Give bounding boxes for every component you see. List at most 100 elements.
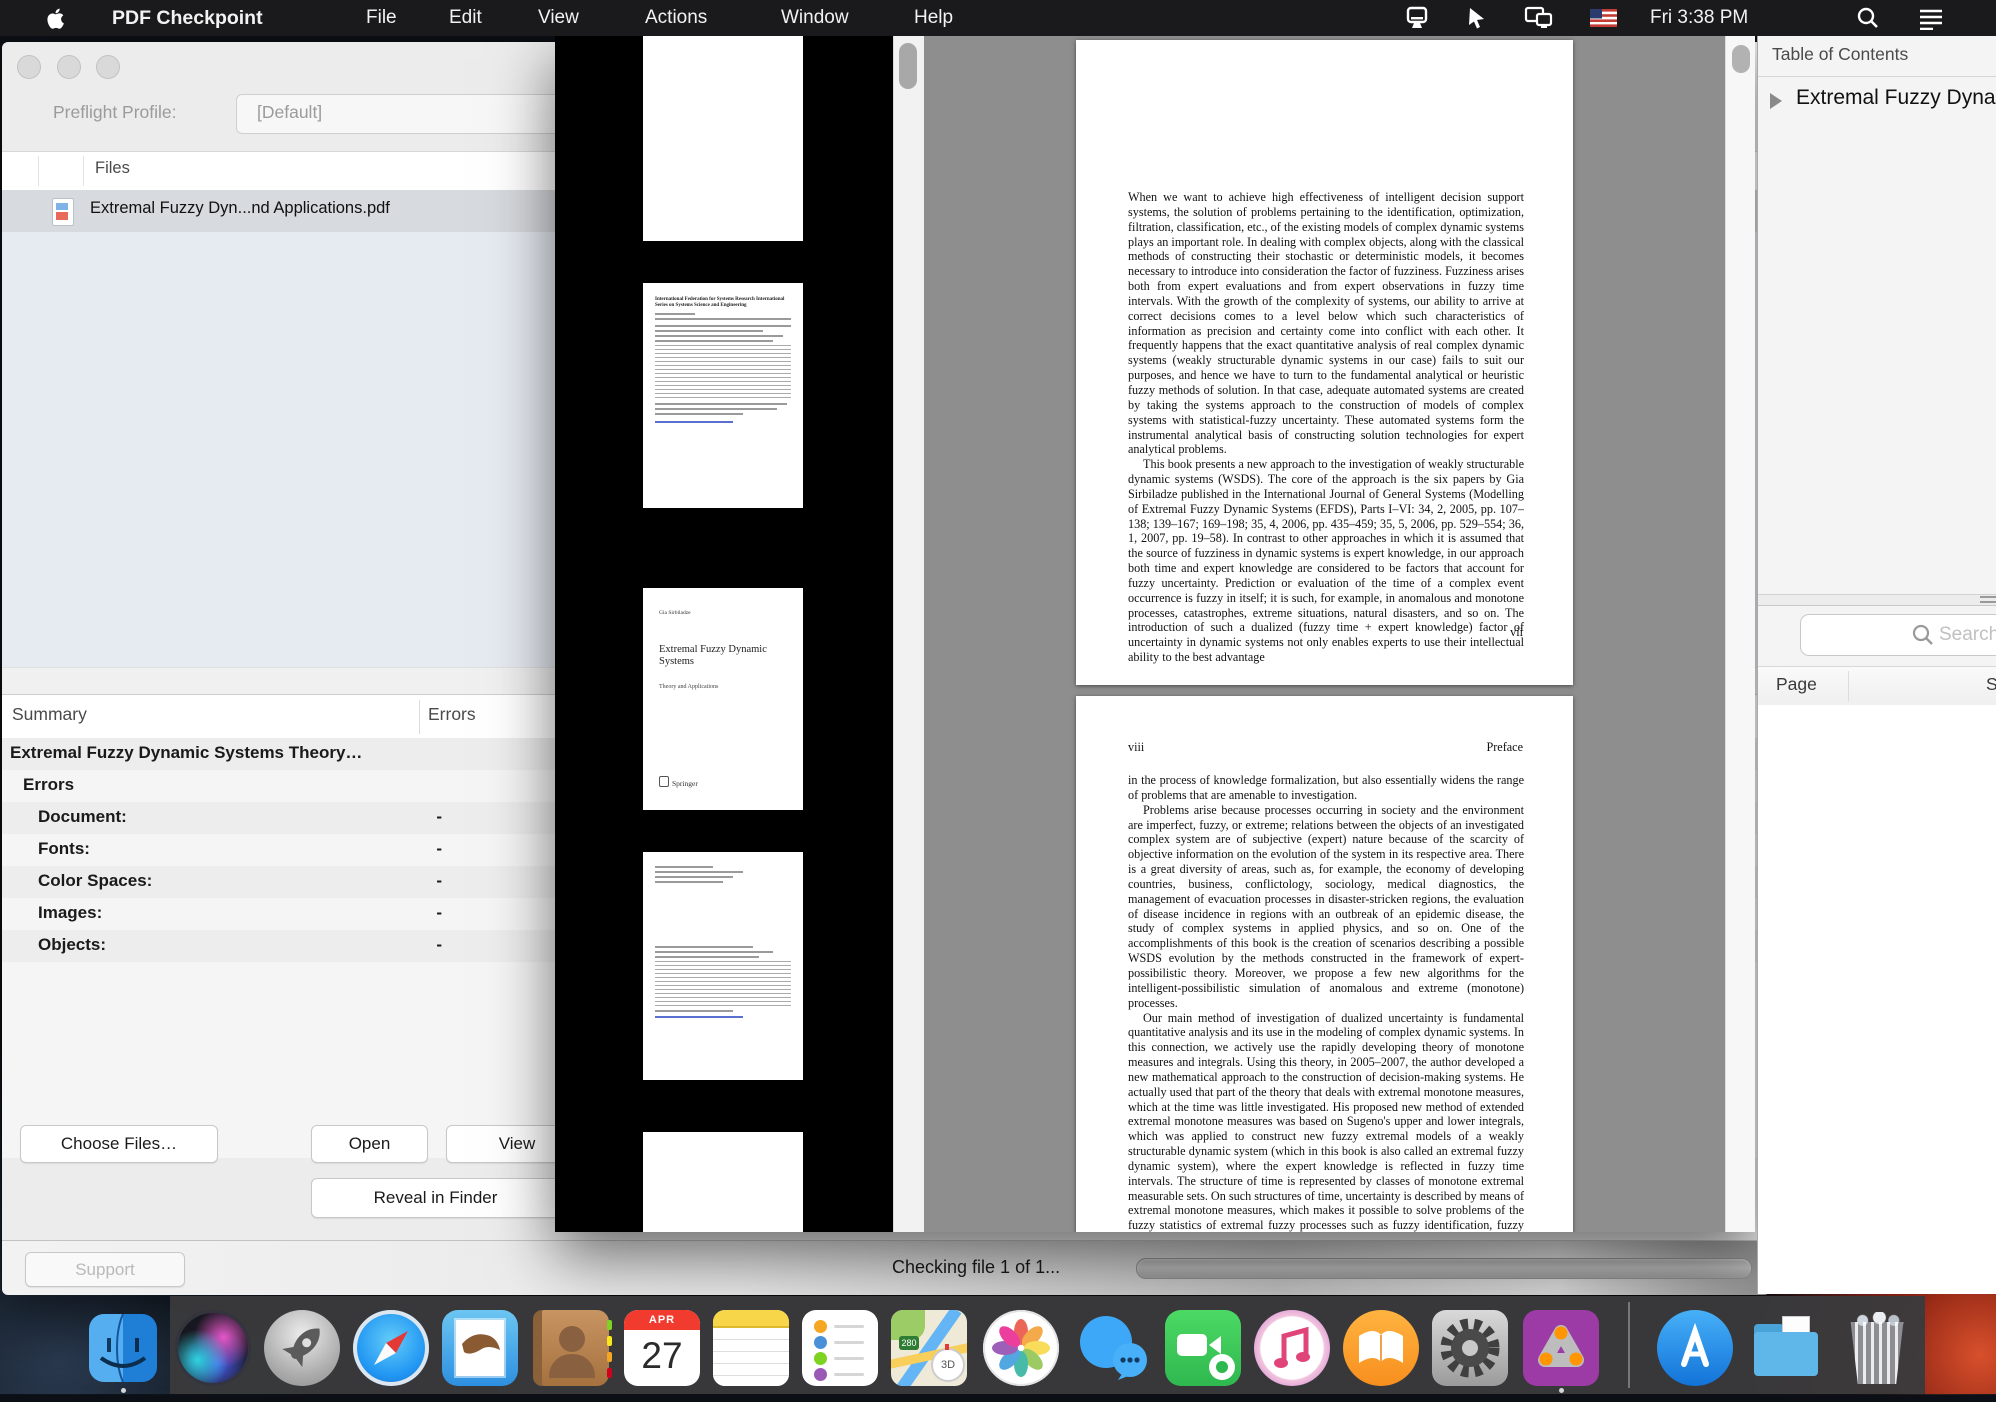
toc-item[interactable]: Extremal Fuzzy Dynamic Systems Theory an… — [1758, 78, 1996, 124]
thumbnail-author: Gia Sirbiladze — [659, 610, 691, 616]
app-menu-title[interactable]: PDF Checkpoint — [112, 0, 263, 36]
siri-icon — [175, 1310, 251, 1386]
preflight-profile-value: [Default] — [257, 102, 322, 123]
thumbnail-sidebar[interactable]: International Federation for Systems Res… — [555, 36, 893, 1232]
mail-icon — [442, 1310, 518, 1386]
dock-launchpad[interactable] — [264, 1310, 340, 1386]
close-button[interactable] — [17, 55, 41, 79]
pdf-viewer-window: International Federation for Systems Res… — [555, 36, 1755, 1232]
dock-itunes[interactable] — [1254, 1310, 1330, 1386]
apple-menu[interactable] — [44, 5, 69, 41]
column-separator — [419, 700, 420, 734]
choose-files-button[interactable]: Choose Files… — [20, 1125, 218, 1163]
error-value: - — [382, 903, 442, 923]
springer-logo: Springer — [659, 776, 698, 788]
minimize-button[interactable] — [57, 55, 81, 79]
apple-icon — [44, 5, 69, 32]
search-results-list[interactable] — [1758, 705, 1996, 1294]
error-value: - — [382, 807, 442, 827]
errors-column-header[interactable]: Errors — [428, 704, 476, 725]
dock-photos[interactable] — [983, 1310, 1059, 1386]
calendar-icon: APR 27 — [624, 1310, 700, 1386]
files-column-header[interactable]: Files — [95, 159, 130, 178]
running-head-left: viii — [1128, 740, 1144, 755]
preflight-profile-popup[interactable]: [Default] — [236, 94, 568, 134]
reveal-in-finder-button[interactable]: Reveal in Finder — [311, 1178, 560, 1218]
dock-downloads[interactable] — [1748, 1310, 1824, 1386]
dock-notes[interactable] — [713, 1310, 789, 1386]
support-button[interactable]: Support — [25, 1252, 185, 1287]
page-column-header[interactable]: Page — [1776, 674, 1817, 695]
panel-splitter[interactable] — [1758, 594, 1996, 606]
zoom-button[interactable] — [96, 55, 120, 79]
calendar-month: APR — [624, 1310, 700, 1330]
thumbnail-copyright-block — [655, 961, 791, 1007]
paragraph: Problems arise because processes occurri… — [1128, 803, 1524, 1011]
menu-window[interactable]: Window — [781, 0, 849, 36]
menu-edit[interactable]: Edit — [449, 0, 482, 36]
display-icon[interactable] — [1404, 6, 1430, 35]
pdf-page-vii[interactable]: When we want to achieve high effectivene… — [1076, 40, 1573, 685]
dock-trash[interactable] — [1839, 1310, 1915, 1386]
dock-finder[interactable] — [85, 1310, 161, 1386]
dock-ibooks[interactable] — [1343, 1310, 1419, 1386]
summary-column-header[interactable]: Summary — [12, 704, 87, 725]
calendar-day: 27 — [624, 1330, 700, 1382]
messages-icon — [1074, 1310, 1150, 1386]
dock-reminders[interactable] — [802, 1310, 878, 1386]
dock-app-store[interactable] — [1657, 1310, 1733, 1386]
cursor-icon[interactable] — [1464, 6, 1490, 35]
thumbnail-page-5[interactable] — [643, 1132, 803, 1232]
pdf-file-icon — [52, 198, 74, 226]
error-value: - — [382, 871, 442, 891]
dock-messages[interactable] — [1074, 1310, 1150, 1386]
page-vii-text: When we want to achieve high effectivene… — [1128, 190, 1524, 665]
search-results-header: Page S — [1758, 666, 1996, 706]
dock-safari[interactable] — [353, 1310, 429, 1386]
thumbnail-scrollbar[interactable] — [893, 36, 924, 1232]
error-label: Images: — [38, 903, 102, 923]
menu-actions[interactable]: Actions — [645, 0, 707, 36]
second-column-header[interactable]: S — [1986, 674, 1996, 695]
us-flag-icon[interactable] — [1590, 9, 1617, 32]
thumbnail-subtitle: Theory and Applications — [659, 684, 718, 690]
airplay-displays-icon[interactable] — [1524, 6, 1554, 35]
thumbnail-title: Extremal Fuzzy Dynamic Systems — [659, 644, 769, 668]
maps-route-shield: 280 — [899, 1336, 919, 1350]
error-label: Color Spaces: — [38, 871, 152, 891]
dock-calendar[interactable]: APR 27 — [624, 1310, 700, 1386]
dock-maps[interactable]: 280 3D — [891, 1310, 967, 1386]
file-name: Extremal Fuzzy Dyn...nd Applications.pdf — [90, 199, 390, 218]
thumbnail-page-1[interactable] — [643, 36, 803, 241]
notification-center-icon[interactable] — [1918, 6, 1944, 35]
dock-pdf-checkpoint[interactable] — [1523, 1310, 1599, 1386]
menu-file[interactable]: File — [366, 0, 397, 36]
page-scrollbar[interactable] — [1725, 36, 1755, 1232]
menu-help[interactable]: Help — [914, 0, 953, 36]
notes-icon — [713, 1310, 789, 1386]
trash-icon — [1847, 1312, 1907, 1384]
splitter-grab-handle-icon[interactable] — [1980, 596, 1996, 606]
search-input[interactable] — [1937, 619, 1996, 651]
scrollbar-thumb[interactable] — [899, 43, 917, 89]
disclosure-triangle-icon[interactable] — [1770, 93, 1782, 109]
menu-view[interactable]: View — [538, 0, 579, 36]
open-button[interactable]: Open — [311, 1125, 428, 1163]
error-value: - — [382, 935, 442, 955]
search-field[interactable] — [1800, 614, 1996, 656]
thumbnail-page-2[interactable]: International Federation for Systems Res… — [643, 283, 803, 508]
dock-facetime[interactable] — [1165, 1310, 1241, 1386]
facetime-icon — [1165, 1310, 1241, 1386]
phone-icon — [1209, 1354, 1235, 1380]
dock-siri[interactable] — [175, 1310, 251, 1386]
finder-icon — [85, 1310, 161, 1386]
thumbnail-page-3[interactable]: Gia Sirbiladze Extremal Fuzzy Dynamic Sy… — [643, 588, 803, 810]
dock-system-preferences[interactable] — [1432, 1310, 1508, 1386]
dock-contacts[interactable] — [533, 1310, 609, 1386]
thumbnail-page-4[interactable] — [643, 852, 803, 1080]
pdf-page-viii[interactable]: viii Preface in the process of knowledge… — [1076, 696, 1573, 1232]
menu-bar-clock[interactable]: Fri 3:38 PM — [1650, 0, 1748, 36]
dock-mail[interactable] — [442, 1310, 518, 1386]
scrollbar-thumb[interactable] — [1732, 45, 1750, 73]
spotlight-icon[interactable] — [1856, 6, 1880, 35]
